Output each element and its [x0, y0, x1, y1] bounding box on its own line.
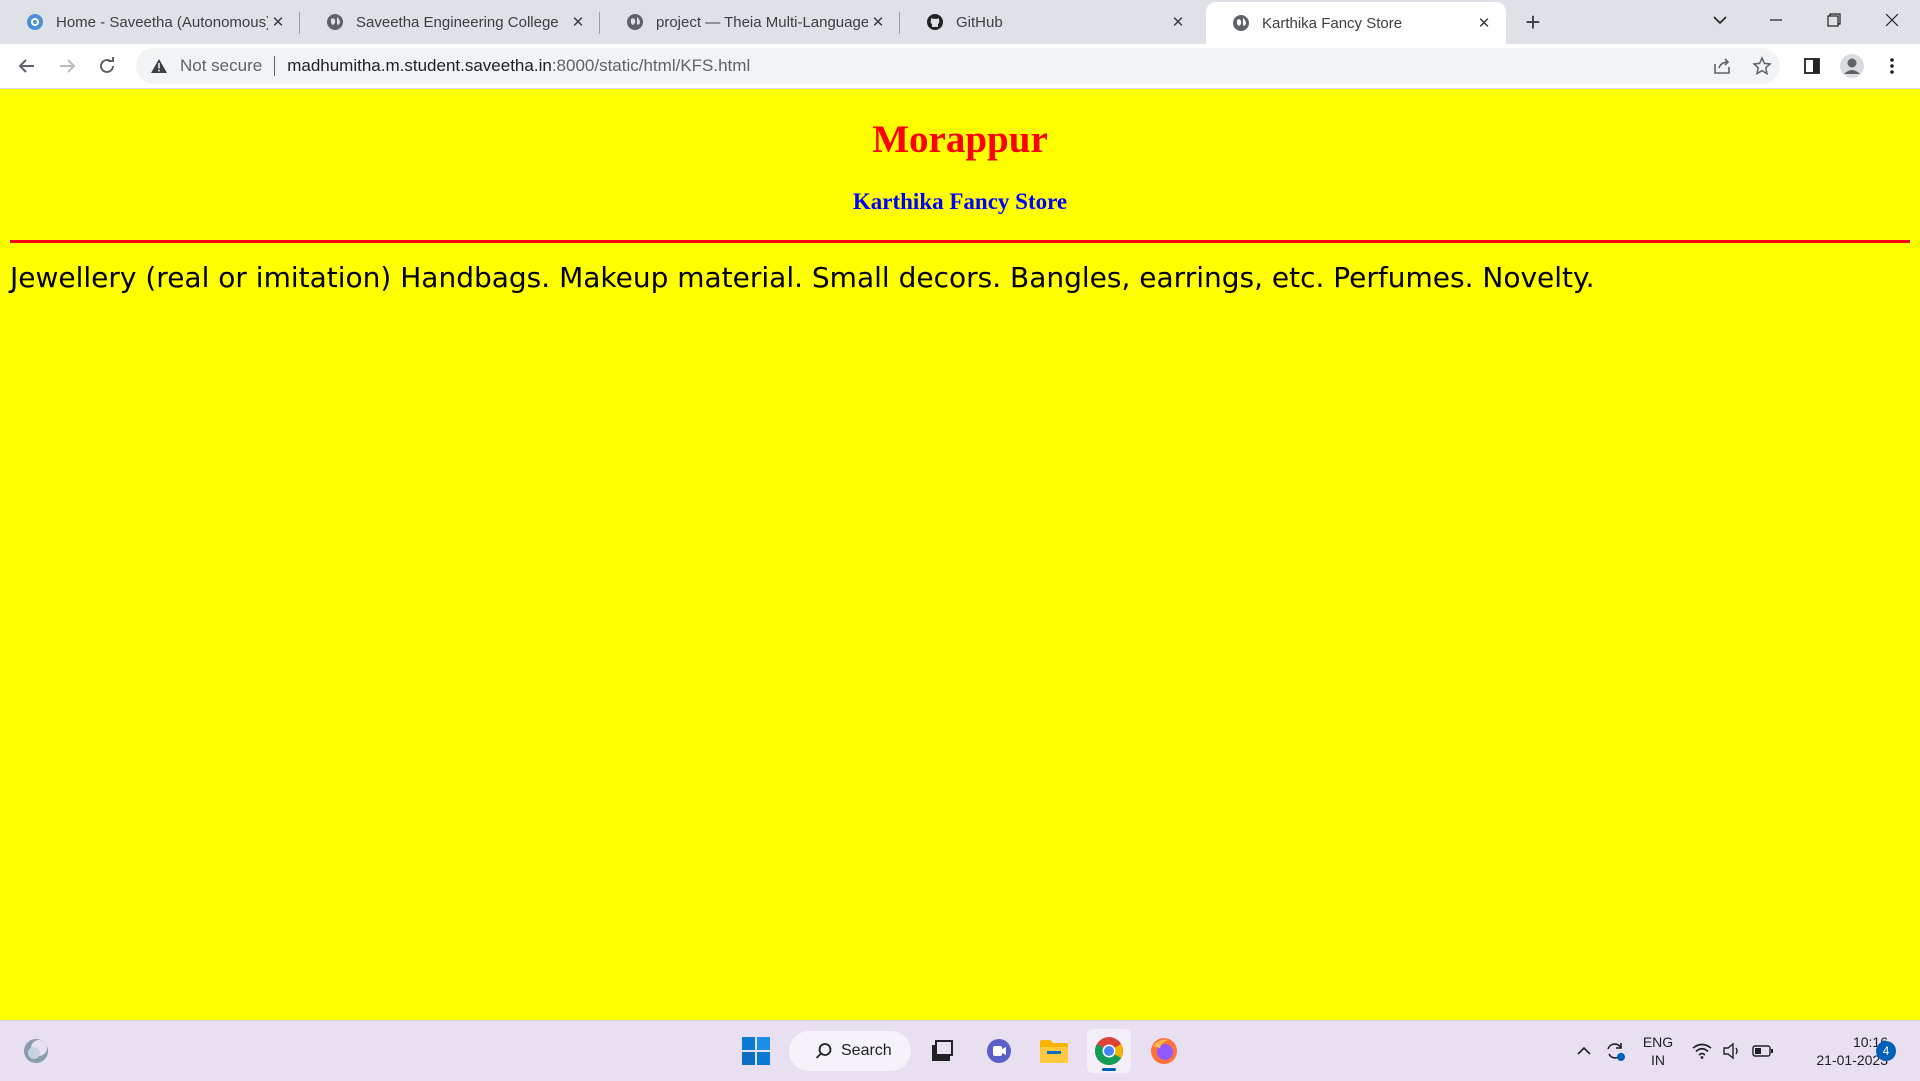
globe-icon [326, 13, 344, 31]
tab-search-button[interactable] [1692, 0, 1748, 40]
chrome-icon [1095, 1037, 1123, 1065]
bookmark-star-button[interactable] [1746, 50, 1778, 82]
tab-github[interactable]: GitHub ✕ [900, 0, 1200, 44]
web-page: Morappur Karthika Fancy Store Jewellery … [0, 89, 1920, 1020]
side-panel-icon [1804, 58, 1820, 74]
clock[interactable]: 10:16 21-01-2023 [1786, 1033, 1888, 1069]
address-bar[interactable]: Not secure madhumitha.m.student.saveetha… [136, 48, 1780, 84]
globe-icon [1232, 14, 1250, 32]
speaker-icon [1723, 1042, 1738, 1060]
taskbar: Search ENG IN 10:16 21-01-2023 4 [0, 1020, 1920, 1081]
search-icon [815, 1043, 832, 1059]
chevron-up-icon [1577, 1046, 1591, 1055]
close-tab-icon[interactable]: ✕ [868, 12, 888, 32]
tab-karthika-fancy-store[interactable]: Karthika Fancy Store ✕ [1206, 2, 1506, 44]
wifi-icon [1692, 1043, 1712, 1059]
store-name: Karthika Fancy Store [852, 189, 1068, 214]
widgets-button[interactable] [14, 1029, 58, 1073]
security-label[interactable]: Not secure [180, 56, 262, 76]
side-panel-button[interactable] [1796, 50, 1828, 82]
taskbar-search[interactable]: Search [789, 1031, 911, 1071]
date-text: 21-01-2023 [1816, 1052, 1888, 1068]
reload-button[interactable] [91, 50, 123, 82]
tab-saveetha-engineering[interactable]: Saveetha Engineering College ✕ [300, 0, 600, 44]
share-button[interactable] [1706, 50, 1738, 82]
chrome-taskbar-button[interactable] [1087, 1029, 1131, 1073]
volume-button[interactable] [1718, 1021, 1746, 1081]
sync-icon [1607, 1043, 1625, 1061]
github-icon [926, 13, 944, 31]
saveetha-favicon-icon [26, 13, 44, 31]
new-tab-button[interactable]: + [1517, 6, 1549, 38]
tab-theia-project[interactable]: project — Theia Multi-Language ✕ [600, 0, 900, 44]
restore-button[interactable] [1806, 0, 1862, 40]
tab-home-saveetha[interactable]: Home - Saveetha (Autonomous) ✕ [0, 0, 300, 44]
firefox-taskbar-button[interactable] [1142, 1029, 1186, 1073]
close-tab-icon[interactable]: ✕ [1168, 12, 1188, 32]
close-tab-icon[interactable]: ✕ [568, 12, 588, 32]
profile-button[interactable] [1836, 50, 1868, 82]
task-view-button[interactable] [920, 1029, 964, 1073]
tab-title: Karthika Fancy Store [1262, 14, 1403, 32]
not-secure-warning-icon[interactable] [150, 58, 170, 74]
kebab-menu-icon [1890, 58, 1894, 74]
share-icon [1714, 58, 1730, 74]
horizontal-rule [10, 240, 1910, 243]
file-explorer-button[interactable] [1032, 1029, 1076, 1073]
tab-title: project — Theia Multi-Language [656, 13, 868, 31]
time-text: 10:16 [1852, 1034, 1888, 1050]
chat-icon [987, 1039, 1011, 1063]
firefox-icon [1151, 1038, 1177, 1064]
battery-button[interactable] [1748, 1021, 1778, 1081]
folder-icon [1040, 1040, 1068, 1063]
battery-icon [1752, 1045, 1773, 1057]
reload-icon [100, 57, 114, 73]
forward-button[interactable] [51, 50, 83, 82]
task-view-icon [932, 1040, 953, 1061]
menu-button[interactable] [1876, 50, 1908, 82]
start-button[interactable] [734, 1029, 778, 1073]
teams-chat-button[interactable] [977, 1029, 1021, 1073]
tab-title: Saveetha Engineering College [356, 13, 559, 31]
back-arrow-icon [18, 59, 34, 73]
show-hidden-icons-button[interactable] [1570, 1021, 1598, 1081]
back-button[interactable] [11, 50, 43, 82]
language-indicator[interactable]: ENG IN [1636, 1033, 1680, 1069]
notification-badge[interactable]: 4 [1876, 1041, 1896, 1061]
tab-strip: Home - Saveetha (Autonomous) ✕ Saveetha … [0, 0, 1920, 44]
url-host: madhumitha.m.student.saveetha.in [287, 56, 552, 75]
windows-logo-icon [742, 1037, 770, 1065]
forward-arrow-icon [60, 59, 76, 73]
close-tab-icon[interactable]: ✕ [1474, 13, 1494, 33]
close-window-button[interactable] [1864, 0, 1920, 40]
browser-toolbar: Not secure madhumitha.m.student.saveetha… [0, 44, 1920, 89]
tab-title: Home - Saveetha (Autonomous) [56, 13, 268, 31]
sync-tray-button[interactable] [1600, 1021, 1630, 1081]
close-tab-icon[interactable]: ✕ [268, 12, 288, 32]
globe-icon [626, 13, 644, 31]
product-list-text: Jewellery (real or imitation) Handbags. … [10, 261, 1595, 294]
minimize-button[interactable] [1748, 0, 1804, 40]
url-path: :8000/static/html/KFS.html [551, 56, 751, 75]
star-icon [1752, 56, 1772, 76]
wifi-button[interactable] [1688, 1021, 1716, 1081]
page-heading: Morappur [872, 118, 1048, 161]
avatar-icon [1840, 54, 1864, 78]
tab-title: GitHub [956, 13, 1003, 31]
search-label: Search [841, 1042, 892, 1059]
weather-widget-icon [24, 1039, 48, 1063]
